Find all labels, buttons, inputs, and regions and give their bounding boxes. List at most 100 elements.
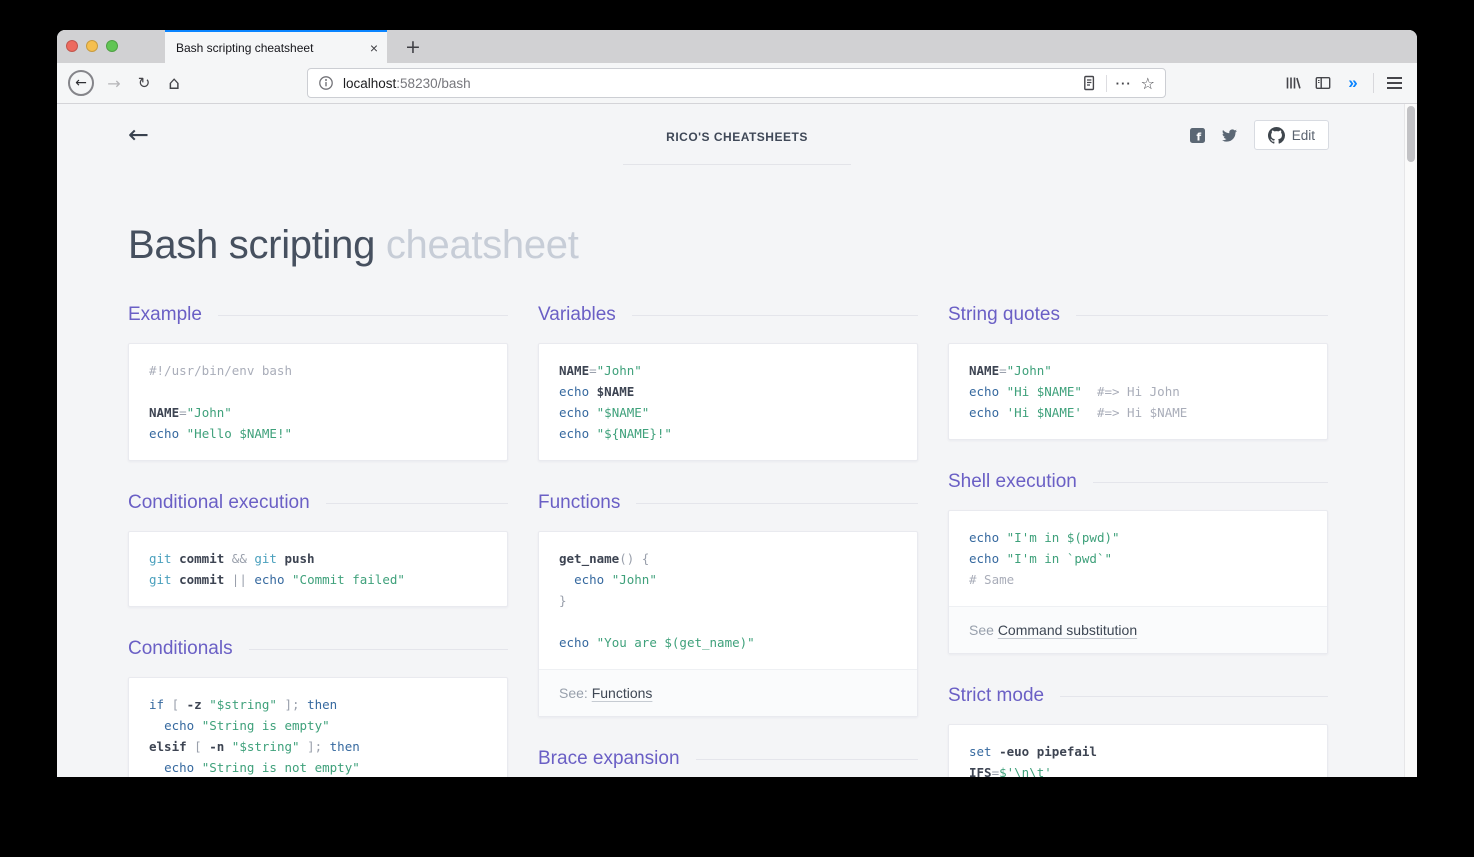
site-title[interactable]: RICO'S CHEATSHEETS [623,130,851,144]
code-token-pun: && [232,551,255,566]
page-header: ← RICO'S CHEATSHEETS f [57,104,1417,166]
code-line: git commit || echo "Commit failed" [149,569,487,590]
section-heading-row: Brace expansion [538,747,918,771]
code-line: NAME="John" [969,360,1307,381]
section-string-quotes: String quotesNAME="John"echo "Hi $NAME" … [948,303,1328,440]
tab-close-icon[interactable]: × [370,40,378,56]
edit-button[interactable]: Edit [1254,120,1329,150]
section-title: Brace expansion [538,748,680,770]
code-token-id: push [284,551,314,566]
code-line: if [ -z "$string" ]; then [149,694,487,715]
code-token-pun: || [232,572,255,587]
code-token-str: "I'm in $(pwd)" [1007,530,1120,545]
code-line: echo "$NAME" [559,402,897,423]
section-brace-expansion: Brace expansion [538,747,918,771]
active-tab[interactable]: Bash scripting cheatsheet × [165,30,387,63]
reload-button[interactable]: ↻ [129,74,159,92]
code-line: # Same [969,569,1307,590]
section-shell-execution: Shell executionecho "I'm in $(pwd)"echo … [948,470,1328,654]
zoom-window-button[interactable] [106,40,118,52]
code-token-pun: ]; [307,739,330,754]
url-bar[interactable]: localhost:58230/bash ··· ☆ [307,68,1166,98]
section-functions: Functionsget_name() { echo "John"} echo … [538,491,918,717]
section-rule [218,315,508,316]
code-line: echo "${NAME}!" [559,423,897,444]
back-button[interactable]: ← [68,70,94,96]
code-line: elsif [ -n "$string" ]; then [149,736,487,757]
see-link-functions[interactable]: Functions [592,685,653,701]
code-line: echo "String is empty" [149,715,487,736]
minimize-window-button[interactable] [86,40,98,52]
code-token-pun: = [179,405,187,420]
section-heading-row: String quotes [948,303,1328,327]
traffic-lights [66,40,118,52]
code-token-pun: = [999,363,1007,378]
code-token-kw: echo [969,384,1007,399]
page-actions-icon[interactable]: ··· [1116,76,1132,91]
code-token-kw: if [149,697,172,712]
code-token-str: "Hi $NAME" [1007,384,1082,399]
section-rule [1093,482,1328,483]
section-title: Functions [538,492,620,514]
hamburger-icon [1387,77,1402,89]
reader-mode-icon[interactable] [1081,75,1097,91]
library-icon[interactable] [1278,75,1308,91]
code-token-str: "Commit failed" [292,572,405,587]
code-line: NAME="John" [559,360,897,381]
code-token-id: -z [187,697,210,712]
code-token-id: IFS [969,765,992,777]
page-back-arrow[interactable]: ← [128,120,149,149]
code-line: echo "You are $(get_name)" [559,632,897,653]
code-line: git commit && git push [149,548,487,569]
code-token-com: #=> Hi $NAME [1082,405,1187,420]
twitter-icon[interactable] [1221,128,1238,143]
code-token-pun: [ [194,739,209,754]
forward-button[interactable]: → [99,74,129,93]
section-title: Example [128,304,202,326]
code-token-str: "String is empty" [202,718,330,733]
code-token-cmd: git [254,551,284,566]
code-block: echo "I'm in $(pwd)"echo "I'm in `pwd`"#… [949,511,1327,606]
close-window-button[interactable] [66,40,78,52]
see-link-command-substitution[interactable]: Command substitution [998,622,1137,638]
code-token-pl [559,572,574,587]
url-actions: ··· ☆ [1081,74,1155,93]
section-conditional-execution: Conditional executiongit commit && git p… [128,491,508,607]
page-title: Bash scripting cheatsheet [128,221,1417,269]
site-info-icon[interactable] [318,75,334,91]
code-line: #!/usr/bin/env bash [149,360,487,381]
facebook-icon[interactable]: f [1190,128,1205,143]
code-token-str: "John" [1007,363,1052,378]
code-line: } [559,590,897,611]
edit-button-label: Edit [1292,128,1315,143]
code-token-pun: } [559,593,567,608]
code-card: set -euo pipefailIFS=$'\n\t' [948,724,1328,777]
code-token-id: commit [179,572,232,587]
code-token-str: "${NAME}!" [597,426,672,441]
page-scrollbar[interactable] [1404,104,1417,777]
scrollbar-thumb[interactable] [1407,106,1415,162]
menu-icon[interactable] [1379,77,1409,89]
code-token-str: "I'm in `pwd`" [1007,551,1112,566]
screen-background: Bash scripting cheatsheet × + ← → ↻ ⌂ lo… [0,0,1474,857]
toolbar-divider [1373,73,1374,93]
home-button[interactable]: ⌂ [159,73,189,94]
code-block: NAME="John"echo "Hi $NAME" #=> Hi Johnec… [949,344,1327,439]
card-footer: See: Functions [539,669,917,716]
new-tab-button[interactable]: + [398,30,428,63]
code-card: NAME="John"echo "Hi $NAME" #=> Hi Johnec… [948,343,1328,440]
code-token-cmd: git [149,572,179,587]
page-content: ← RICO'S CHEATSHEETS f [57,104,1417,777]
code-token-kw: echo [149,426,187,441]
code-token-kw: echo [574,572,612,587]
code-token-com: # Same [969,572,1014,587]
code-line: set -euo pipefail [969,741,1307,762]
code-block: set -euo pipefailIFS=$'\n\t' [949,725,1327,777]
tab-bar: Bash scripting cheatsheet × + [57,30,1417,63]
bookmark-star-icon[interactable]: ☆ [1141,74,1155,93]
overflow-menu-icon[interactable]: » [1338,73,1368,93]
code-line: echo "John" [559,569,897,590]
code-token-id: commit [179,551,232,566]
sidebar-icon[interactable] [1308,75,1338,91]
section-rule [1076,315,1328,316]
